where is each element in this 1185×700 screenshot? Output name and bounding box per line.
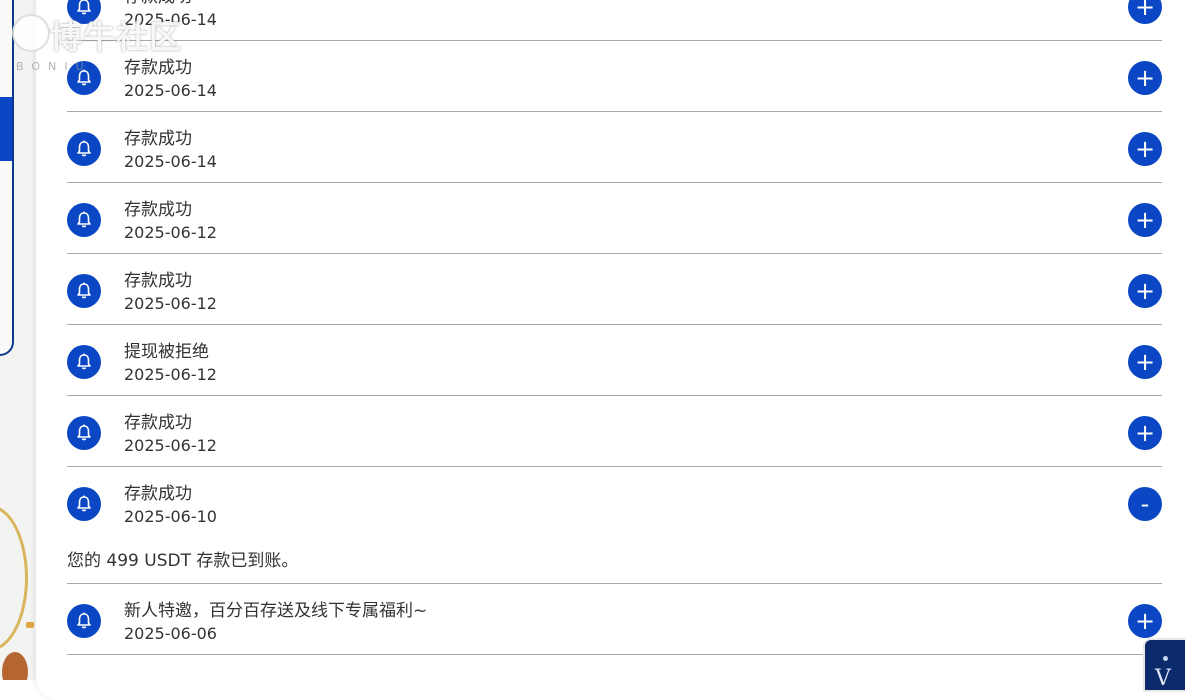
decorative-ring [0,505,28,651]
notification-date: 2025-06-14 [124,152,217,171]
notification-item[interactable]: 存款成功 2025-06-14 + [67,0,1162,41]
bell-icon [67,132,101,166]
notification-item[interactable]: 存款成功 2025-06-10 - [67,467,1162,537]
left-background [0,0,40,680]
notification-title: 存款成功 [124,413,192,433]
decorative-shape [2,652,28,680]
notification-date: 2025-06-10 [124,507,217,526]
collapse-button[interactable]: - [1128,487,1162,521]
notification-date: 2025-06-12 [124,365,217,384]
bell-icon-glyph [77,0,91,15]
notification-date: 2025-06-14 [124,10,217,29]
expand-button[interactable]: + [1128,416,1162,450]
notification-detail: 您的 499 USDT 存款已到账。 [67,537,1162,584]
decorative-dot [26,622,34,628]
notification-item[interactable]: 存款成功 2025-06-12 + [67,254,1162,325]
bell-icon-glyph [77,353,91,370]
notification-date: 2025-06-12 [124,294,217,313]
notification-date: 2025-06-06 [124,624,217,643]
notification-list: 存款成功 2025-06-14 + 存款成功 2025-06-14 + 存款成功 2025-0… [67,0,1162,655]
expand-button[interactable]: + [1128,274,1162,308]
notification-date: 2025-06-12 [124,436,217,455]
notification-title: 存款成功 [124,58,192,78]
notification-item[interactable]: 存款成功 2025-06-12 + [67,396,1162,467]
expand-button[interactable]: + [1128,132,1162,166]
bell-icon [67,487,101,521]
expand-button[interactable]: + [1128,61,1162,95]
notification-item[interactable]: 存款成功 2025-06-14 + [67,41,1162,112]
bell-icon-glyph [77,211,91,228]
bell-icon-glyph [77,612,91,629]
bell-icon [67,61,101,95]
sidebar-active-indicator[interactable] [0,97,12,161]
expand-button[interactable]: + [1128,203,1162,237]
notification-item[interactable]: 存款成功 2025-06-12 + [67,183,1162,254]
notification-title: 存款成功 [124,0,192,7]
notification-date: 2025-06-14 [124,81,217,100]
notification-item[interactable]: 提现被拒绝 2025-06-12 + [67,325,1162,396]
bell-icon-glyph [77,140,91,157]
sidebar-panel-edge [0,0,14,356]
bell-icon [67,416,101,450]
notification-title: 新人特邀，百分百存送及线下专属福利~ [124,601,428,621]
notification-title: 存款成功 [124,129,192,149]
expand-button[interactable]: + [1128,604,1162,638]
notification-title: 存款成功 [124,200,192,220]
bell-icon [67,345,101,379]
bell-icon-glyph [77,495,91,512]
notification-title: 存款成功 [124,484,192,504]
notification-title: 提现被拒绝 [124,342,209,362]
bell-icon-glyph [77,424,91,441]
bell-icon-glyph [77,282,91,299]
bell-icon-glyph [77,69,91,86]
notification-item[interactable]: 存款成功 2025-06-14 + [67,112,1162,183]
bell-icon [67,274,101,308]
notification-date: 2025-06-12 [124,223,217,242]
notification-item[interactable]: 新人特邀，百分百存送及线下专属福利~ 2025-06-06 + [67,584,1162,655]
corner-widget[interactable]: V [1143,638,1185,692]
bell-icon [67,203,101,237]
bell-icon [67,604,101,638]
expand-button[interactable]: + [1128,0,1162,24]
bell-icon [67,0,101,24]
expand-button[interactable]: + [1128,345,1162,379]
corner-widget-dot [1163,656,1168,661]
corner-widget-glyph: V [1155,666,1171,691]
notification-title: 存款成功 [124,271,192,291]
